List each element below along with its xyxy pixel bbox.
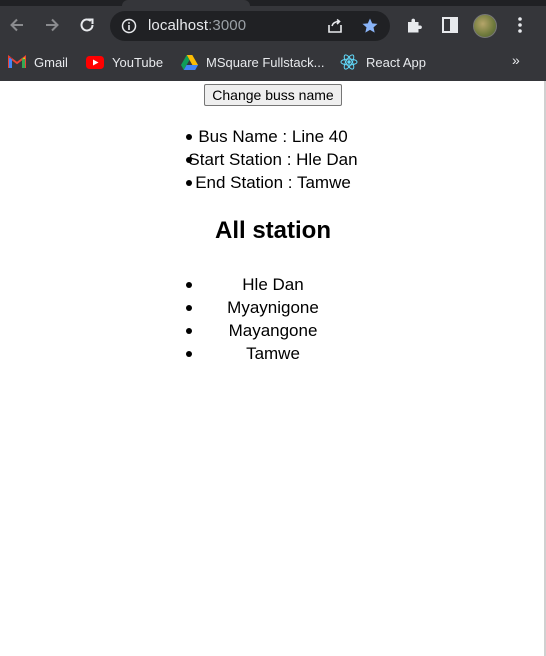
bookmark-youtube[interactable]: YouTube	[86, 52, 163, 72]
forward-button[interactable]	[40, 13, 64, 37]
back-button[interactable]	[5, 13, 29, 37]
url-text[interactable]: localhost:3000	[148, 17, 246, 34]
list-item-bus-name: Bus Name : Line 40	[0, 125, 546, 148]
site-info-icon[interactable]	[121, 18, 137, 34]
url-port: :3000	[208, 17, 247, 34]
profile-avatar[interactable]	[473, 14, 497, 38]
list-item-end-station: End Station : Tamwe	[0, 171, 546, 194]
list-item: Hle Dan	[0, 273, 546, 296]
bookmark-label: Gmail	[34, 54, 68, 70]
share-icon[interactable]	[326, 17, 344, 35]
station-list: Hle Dan Myaynigone Mayangone Tamwe	[0, 273, 546, 365]
bus-name-text: Bus Name : Line 40	[198, 127, 348, 146]
station-name: Tamwe	[246, 344, 300, 363]
address-bar[interactable]: localhost:3000	[110, 11, 390, 41]
reload-button[interactable]	[75, 13, 99, 37]
more-menu-icon[interactable]	[510, 15, 530, 35]
button-container: Change buss name	[0, 84, 546, 106]
station-name: Mayangone	[228, 321, 318, 340]
extensions-puzzle-icon[interactable]	[404, 15, 424, 35]
list-item-start-station: Start Station : Hle Dan	[0, 148, 546, 171]
bookmarks-overflow-button[interactable]: »	[512, 52, 520, 68]
bookmark-star-icon[interactable]	[361, 17, 379, 35]
list-item: Tamwe	[0, 342, 546, 365]
google-drive-icon	[181, 54, 198, 70]
forward-arrow-icon	[46, 18, 59, 32]
start-station-text: Start Station : Hle Dan	[188, 150, 358, 169]
bookmark-label: MSquare Fullstack...	[206, 54, 325, 70]
bookmark-react-app[interactable]: React App	[340, 52, 426, 72]
browser-toolbar: localhost:3000	[0, 6, 546, 45]
station-name: Hle Dan	[242, 275, 304, 294]
bookmark-label: React App	[366, 54, 426, 70]
back-arrow-icon	[10, 18, 23, 32]
youtube-icon	[86, 55, 104, 69]
browser-chrome: localhost:3000 Gmail YouTube MSquare Ful…	[0, 0, 546, 81]
url-host: localhost	[148, 17, 209, 34]
bus-info-list: Bus Name : Line 40 Start Station : Hle D…	[0, 125, 546, 194]
side-panel-icon[interactable]	[440, 15, 460, 35]
bookmark-gmail[interactable]: Gmail	[8, 52, 68, 72]
bookmark-msquare[interactable]: MSquare Fullstack...	[181, 52, 325, 72]
bullet	[186, 157, 192, 163]
react-icon	[340, 54, 358, 70]
list-item: Mayangone	[0, 319, 546, 342]
change-bus-name-button[interactable]: Change buss name	[204, 84, 342, 106]
bullet	[186, 305, 192, 311]
gmail-icon	[8, 55, 26, 68]
list-item: Myaynigone	[0, 296, 546, 319]
bullet	[186, 282, 192, 288]
bullet	[186, 134, 192, 140]
station-name: Myaynigone	[227, 298, 319, 317]
bookmark-label: YouTube	[112, 54, 164, 70]
bookmarks-bar: Gmail YouTube MSquare Fullstack... React…	[0, 45, 546, 81]
bullet	[186, 180, 192, 186]
bullet	[186, 328, 192, 334]
stations-heading: All station	[214, 217, 331, 244]
page-content: Change buss name Bus Name : Line 40 Star…	[0, 81, 546, 656]
bullet	[186, 351, 192, 357]
end-station-text: End Station : Tamwe	[195, 173, 351, 192]
reload-icon	[80, 18, 94, 32]
